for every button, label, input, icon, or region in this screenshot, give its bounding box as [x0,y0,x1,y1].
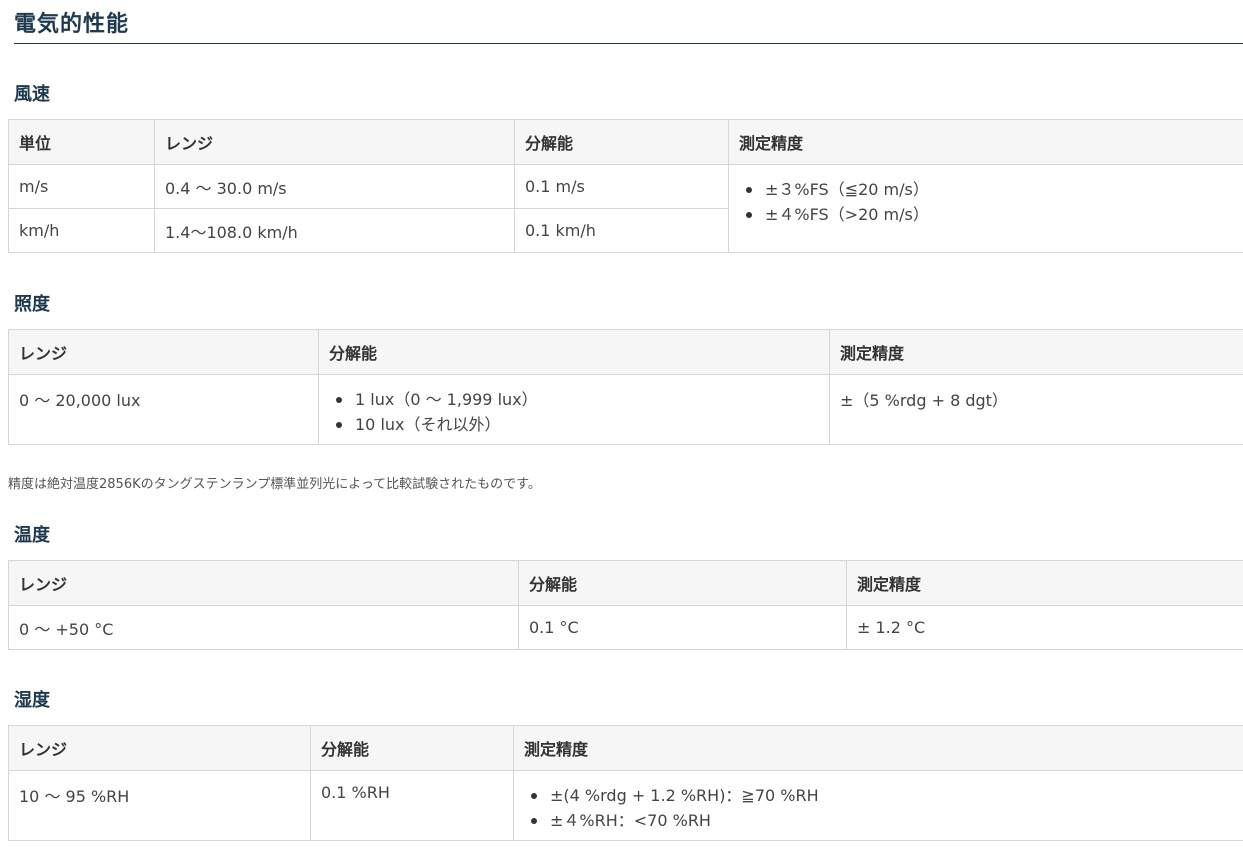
list-item: ±(4 %rdg + 1.2 %RH)：≧70 %RH [524,783,1242,808]
resolution-cell: 0.1 km/h [514,208,729,253]
range-cell: 0 ～ +50 °C [8,605,519,650]
column-header-accuracy: 測定精度 [846,560,1243,606]
table-row: 10 ～ 95 %RH 0.1 %RH ±(4 %rdg + 1.2 %RH)：… [8,770,1243,841]
accuracy-cell: ±(4 %rdg + 1.2 %RH)：≧70 %RH ±４%RH：<70 %R… [513,770,1243,841]
column-header-accuracy: 測定精度 [728,119,1243,165]
accuracy-value: ±（5 %rdg + 8 dgt） [840,391,1008,410]
column-header-accuracy: 測定精度 [829,329,1243,375]
resolution-cell: 1 lux（0 ～ 1,999 lux） 10 lux（それ以外） [318,374,830,445]
range-cell: 1.4～108.0 km/h [154,208,515,253]
column-header-range: レンジ [154,119,515,165]
list-item: ±４%FS（>20 m/s） [739,202,1242,227]
range-value: 10 ～ 95 %RH [19,787,130,806]
list-item: 10 lux（それ以外） [329,412,819,437]
range-cell: 0 ～ 20,000 lux [8,374,319,445]
accuracy-list: ±３%FS（≦20 m/s） ±４%FS（>20 m/s） [739,177,1242,227]
column-header-range: レンジ [8,725,311,771]
column-header-resolution: 分解能 [310,725,514,771]
table-header-row: レンジ 分解能 測定精度 [8,725,1243,771]
column-header-resolution: 分解能 [518,560,847,606]
page-title: 電気的性能 [14,12,130,37]
accuracy-list: ±(4 %rdg + 1.2 %RH)：≧70 %RH ±４%RH：<70 %R… [524,783,1242,833]
table-row: 0 ～ 20,000 lux 1 lux（0 ～ 1,999 lux） 10 l… [8,374,1243,445]
table-row: 0 ～ +50 °C 0.1 °C ± 1.2 °C [8,605,1243,650]
range-cell: 0.4 ～ 30.0 m/s [154,164,515,209]
accuracy-cell: ±３%FS（≦20 m/s） ±４%FS（>20 m/s） [728,164,1243,253]
range-value: 0 ～ 20,000 lux [19,391,141,410]
list-item: 1 lux（0 ～ 1,999 lux） [329,387,819,412]
column-header-accuracy: 測定精度 [513,725,1243,771]
list-item: ±４%RH：<70 %RH [524,808,1242,833]
column-header-range: レンジ [8,329,319,375]
range-cell: 10 ～ 95 %RH [8,770,311,841]
humidity-section-heading: 湿度 [14,690,50,711]
temperature-section-heading: 温度 [14,525,50,546]
wind-section-heading: 風速 [14,84,50,105]
wind-spec-table: 単位 レンジ 分解能 測定精度 m/s 0.4 ～ 30.0 m/s 0.1 m… [8,119,1243,253]
illuminance-spec-table: レンジ 分解能 測定精度 0 ～ 20,000 lux 1 lux（0 ～ 1,… [8,329,1243,445]
column-header-range: レンジ [8,560,519,606]
column-header-unit: 単位 [8,119,155,165]
table-row: m/s 0.4 ～ 30.0 m/s 0.1 m/s ±３%FS（≦20 m/s… [8,164,1243,253]
resolution-list: 1 lux（0 ～ 1,999 lux） 10 lux（それ以外） [329,387,819,437]
unit-cell: km/h [8,208,155,253]
resolution-cell: 0.1 m/s [514,164,729,209]
resolution-value: 0.1 %RH [321,783,390,802]
temperature-spec-table: レンジ 分解能 測定精度 0 ～ +50 °C 0.1 °C ± 1.2 °C [8,560,1243,650]
illuminance-note: 精度は絶対温度2856Kのタングステンランプ標準並列光によって比較試験されたもの… [8,477,541,492]
column-header-resolution: 分解能 [318,329,830,375]
resolution-cell: 0.1 °C [518,605,847,650]
humidity-spec-table: レンジ 分解能 測定精度 10 ～ 95 %RH 0.1 %RH ±(4 %rd… [8,725,1243,841]
list-item: ±３%FS（≦20 m/s） [739,177,1242,202]
accuracy-cell: ± 1.2 °C [846,605,1243,650]
illuminance-section-heading: 照度 [14,294,50,315]
table-header-row: レンジ 分解能 測定精度 [8,560,1243,606]
resolution-cell: 0.1 %RH [310,770,514,841]
unit-cell: m/s [8,164,155,209]
column-header-resolution: 分解能 [514,119,729,165]
title-divider [14,43,1243,44]
table-header-row: 単位 レンジ 分解能 測定精度 [8,119,1243,165]
table-header-row: レンジ 分解能 測定精度 [8,329,1243,375]
accuracy-cell: ±（5 %rdg + 8 dgt） [829,374,1243,445]
